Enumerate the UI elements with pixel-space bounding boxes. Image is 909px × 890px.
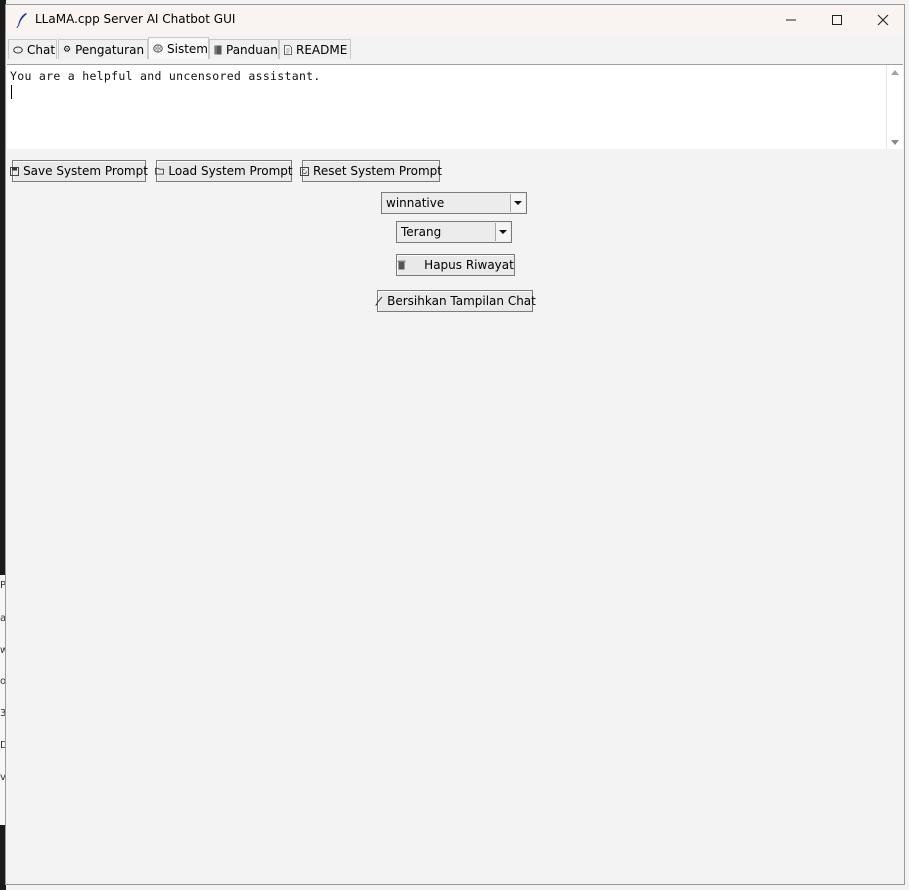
button-label: Reset System Prompt (313, 164, 442, 178)
system-prompt-text: You are a helpful and uncensored assista… (10, 69, 321, 83)
trash-icon (397, 260, 406, 270)
close-button[interactable] (860, 5, 906, 35)
tab-bar: Chat ⚙ Pengaturan Sistem Panduan README (6, 37, 904, 59)
brain-icon (153, 44, 163, 54)
close-icon (877, 14, 889, 26)
tab-label: Chat (27, 42, 56, 57)
app-window: LLaMA.cpp Server AI Chatbot GUI Chat ⚙ P… (5, 4, 905, 885)
theme-select-value: winnative (386, 196, 445, 210)
broom-icon (374, 296, 383, 306)
theme-select[interactable]: winnative (381, 192, 527, 214)
speech-bubble-icon (13, 45, 23, 55)
maximize-button[interactable] (814, 5, 860, 35)
tab-label: Pengaturan (75, 42, 145, 57)
system-prompt-textarea[interactable]: You are a helpful and uncensored assista… (7, 64, 903, 149)
book-icon (214, 45, 222, 55)
tab-chat[interactable]: Chat (8, 39, 57, 59)
feather-icon (16, 13, 27, 28)
tab-readme[interactable]: README (279, 39, 351, 59)
chevron-down-icon[interactable] (495, 223, 510, 241)
clear-chat-display-button[interactable]: Bersihkan Tampilan Chat (374, 290, 536, 312)
chevron-down-icon[interactable] (510, 194, 525, 212)
button-label: Bersihkan Tampilan Chat (387, 294, 536, 308)
tab-label: Sistem (167, 41, 208, 56)
save-system-prompt-button[interactable]: Save System Prompt (10, 160, 148, 182)
clear-history-button[interactable]: Hapus Riwayat (396, 254, 515, 276)
floppy-disk-icon (10, 166, 20, 176)
reset-icon (300, 166, 309, 176)
document-icon (284, 44, 292, 55)
text-caret (11, 85, 12, 99)
title-bar[interactable]: LLaMA.cpp Server AI Chatbot GUI (6, 5, 904, 35)
vertical-scrollbar[interactable] (886, 65, 903, 149)
tab-sistem[interactable]: Sistem (148, 37, 209, 59)
button-label: Load System Prompt (168, 164, 293, 178)
mode-select-value: Terang (401, 225, 442, 239)
scroll-down-icon[interactable] (891, 140, 899, 145)
tab-panduan[interactable]: Panduan (209, 39, 279, 59)
tab-pengaturan[interactable]: ⚙ Pengaturan (58, 39, 148, 59)
mode-select[interactable]: Terang (396, 221, 512, 243)
tab-label: Panduan (226, 42, 278, 57)
minimize-button[interactable] (768, 5, 814, 35)
reset-system-prompt-button[interactable]: Reset System Prompt (300, 160, 442, 182)
gear-icon: ⚙ (63, 44, 72, 55)
folder-icon (155, 166, 165, 176)
button-label: Save System Prompt (23, 164, 148, 178)
tab-label: README (296, 42, 348, 57)
window-title: LLaMA.cpp Server AI Chatbot GUI (35, 12, 236, 26)
maximize-icon (832, 15, 842, 25)
minimize-icon (786, 19, 796, 21)
load-system-prompt-button[interactable]: Load System Prompt (155, 160, 293, 182)
scroll-up-icon[interactable] (891, 70, 899, 75)
button-label: Hapus Riwayat (424, 258, 514, 272)
